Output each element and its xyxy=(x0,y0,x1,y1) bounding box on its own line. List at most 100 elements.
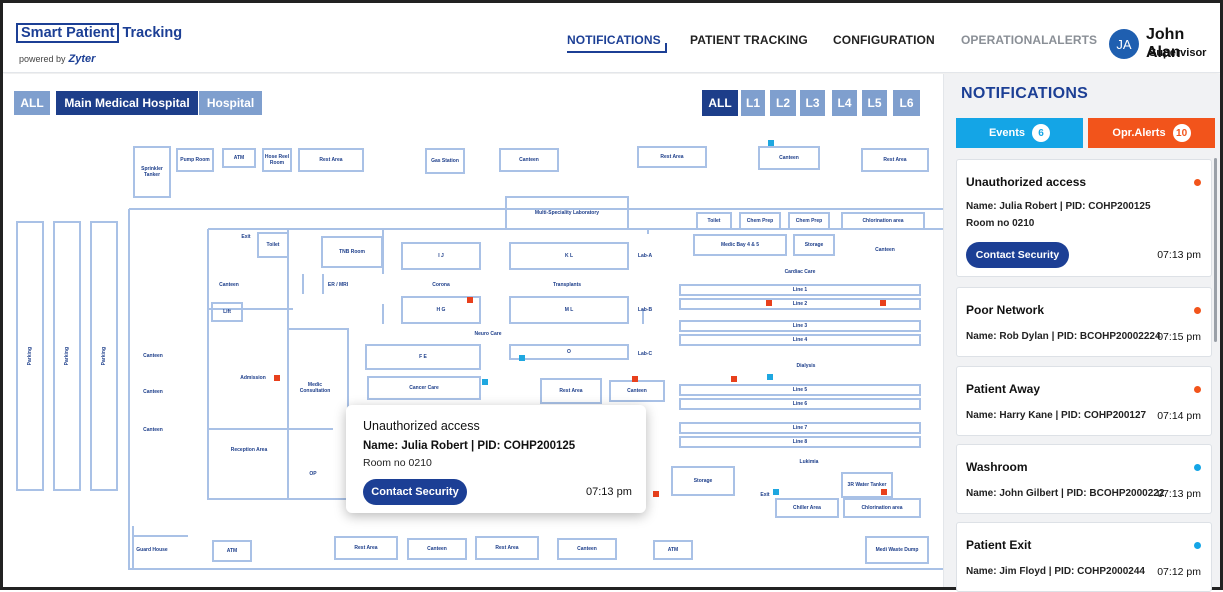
room-line8[interactable]: Line 8 xyxy=(679,436,921,448)
room-lift[interactable]: Lift xyxy=(211,302,243,322)
patient-marker[interactable] xyxy=(519,355,525,361)
app-logo[interactable]: Smart Patient Tracking xyxy=(16,23,182,43)
room-rest-top1[interactable]: Rest Area xyxy=(298,148,364,172)
room-rest-top2[interactable]: Rest Area xyxy=(637,146,707,168)
alert-marker[interactable] xyxy=(467,297,473,303)
room-tnb[interactable]: TNB Room xyxy=(321,236,383,268)
room-atm-bot1[interactable]: ATM xyxy=(212,540,252,562)
room-medi-waste[interactable]: Medi Waste Dump xyxy=(865,536,929,564)
room-multi-lab[interactable]: Multi-Speciality Laboratory xyxy=(505,196,629,230)
room-line4[interactable]: Line 4 xyxy=(679,334,921,346)
room-rest-bot2[interactable]: Rest Area xyxy=(475,536,539,560)
room-chlor-bot[interactable]: Chlorination area xyxy=(843,498,921,518)
alert-marker[interactable] xyxy=(274,375,280,381)
room-storage-r[interactable]: Storage xyxy=(793,234,835,256)
notification-card[interactable]: Poor Network Name: Rob Dylan | PID: BCOH… xyxy=(956,287,1212,357)
room-guard[interactable]: Guard House xyxy=(135,540,169,560)
room-sprinkler[interactable]: Sprinkler Tanker xyxy=(133,146,171,198)
room-lab-b[interactable]: Lab-B xyxy=(631,304,659,316)
notification-card[interactable]: Unauthorized access Name: Julia Robert |… xyxy=(956,159,1212,277)
room-transplants[interactable]: Transplants xyxy=(543,279,591,291)
room-reception[interactable]: Reception Area xyxy=(215,444,283,456)
room-line5[interactable]: Line 5 xyxy=(679,384,921,396)
room-chem1[interactable]: Chem Prep xyxy=(739,212,781,230)
alert-marker[interactable] xyxy=(653,491,659,497)
nav-patient-tracking[interactable]: PATIENT TRACKING xyxy=(690,33,808,47)
room-line1[interactable]: Line 1 xyxy=(679,284,921,296)
room-line6[interactable]: Line 6 xyxy=(679,398,921,410)
room-neuro[interactable]: Neuro Care xyxy=(463,328,513,340)
events-tab[interactable]: Events 6 xyxy=(956,118,1083,148)
room-er[interactable]: ER / MRI xyxy=(318,279,358,291)
alert-marker[interactable] xyxy=(731,376,737,382)
room-hose[interactable]: Hose Reel Room xyxy=(262,148,292,172)
room-canteen-top[interactable]: Canteen xyxy=(499,148,559,172)
room-canteen-l4[interactable]: Canteen xyxy=(133,424,173,436)
room-dialysis[interactable]: Dialysis xyxy=(783,360,829,372)
avatar[interactable]: JA xyxy=(1109,29,1139,59)
room-atm-top[interactable]: ATM xyxy=(222,148,256,168)
room-op[interactable]: OP xyxy=(299,468,327,480)
room-ij[interactable]: I J xyxy=(401,242,481,270)
room-storage-mid[interactable]: Storage xyxy=(671,466,735,496)
room-lab-a[interactable]: Lab-A xyxy=(631,250,659,262)
alert-marker[interactable] xyxy=(632,376,638,382)
room-canteen-l3[interactable]: Canteen xyxy=(133,386,173,398)
alert-marker[interactable] xyxy=(766,300,772,306)
room-line7[interactable]: Line 7 xyxy=(679,422,921,434)
room-gas[interactable]: Gas Station xyxy=(425,148,465,174)
contact-security-button[interactable]: Contact Security xyxy=(966,242,1069,268)
room-canteen-bot2[interactable]: Canteen xyxy=(557,538,617,560)
nav-configuration[interactable]: CONFIGURATION xyxy=(833,33,935,47)
room-chlor-top[interactable]: Chlorination area xyxy=(841,212,925,230)
room-canteen-top2[interactable]: Canteen xyxy=(758,146,820,170)
card-time: 07:15 pm xyxy=(1157,331,1201,343)
room-label: Canteen xyxy=(427,546,447,552)
room-chem2[interactable]: Chem Prep xyxy=(788,212,830,230)
room-rest-mid[interactable]: Rest Area xyxy=(540,378,602,404)
room-pump[interactable]: Pump Room xyxy=(176,148,214,172)
panel-scrollbar[interactable] xyxy=(1214,158,1217,342)
notification-card[interactable]: Washroom Name: John Gilbert | PID: BCOHP… xyxy=(956,444,1212,514)
room-cancer[interactable]: Cancer Care xyxy=(367,376,481,400)
room-lukimia[interactable]: Lukimia xyxy=(789,456,829,468)
notification-card[interactable]: Patient Away Name: Harry Kane | PID: COH… xyxy=(956,366,1212,436)
nav-notifications[interactable]: NOTIFICATIONS xyxy=(567,33,667,53)
room-fe[interactable]: F E xyxy=(365,344,481,370)
room-canteen-mid[interactable]: Canteen xyxy=(609,380,665,402)
room-line3[interactable]: Line 3 xyxy=(679,320,921,332)
room-o[interactable]: O xyxy=(509,344,629,360)
patient-marker[interactable] xyxy=(773,489,779,495)
room-canteen-l2[interactable]: Canteen xyxy=(133,350,173,362)
opr-alerts-tab[interactable]: Opr.Alerts 10 xyxy=(1088,118,1215,148)
room-label: Canteen xyxy=(875,247,895,253)
room-rest-top3[interactable]: Rest Area xyxy=(861,148,929,172)
patient-marker[interactable] xyxy=(482,379,488,385)
room-canteen-r[interactable]: Canteen xyxy=(843,239,927,261)
room-toilet[interactable]: Toilet xyxy=(257,232,289,258)
patient-marker[interactable] xyxy=(768,140,774,146)
room-admission[interactable]: Admission xyxy=(231,372,275,384)
room-atm-bot2[interactable]: ATM xyxy=(653,540,693,560)
room-medic-bay[interactable]: Medic Bay 4 & 5 xyxy=(693,234,787,256)
notification-card[interactable]: Patient Exit Name: Jim Floyd | PID: COHP… xyxy=(956,522,1212,592)
room-canteen-bot1[interactable]: Canteen xyxy=(407,538,467,560)
room-lab-c[interactable]: Lab-C xyxy=(631,348,659,360)
room-rest-bot1[interactable]: Rest Area xyxy=(334,536,398,560)
room-toilet-r[interactable]: Toilet xyxy=(696,212,732,230)
room-label: Reception Area xyxy=(230,447,268,453)
alert-marker[interactable] xyxy=(881,489,887,495)
status-dot xyxy=(1194,179,1201,186)
alert-marker[interactable] xyxy=(880,300,886,306)
contact-security-button[interactable]: Contact Security xyxy=(363,479,467,505)
room-medic-consult[interactable]: Medic Consultation xyxy=(293,380,337,396)
nav-operational-alerts[interactable]: OPERATIONALALERTS xyxy=(961,33,1097,47)
room-canteen-l1[interactable]: Canteen xyxy=(209,279,249,291)
room-ml[interactable]: M L xyxy=(509,296,629,324)
room-cardiac[interactable]: Cardiac Care xyxy=(773,266,827,278)
room-chiller[interactable]: Chiller Area xyxy=(775,498,839,518)
patient-marker[interactable] xyxy=(767,374,773,380)
room-corona[interactable]: Corona xyxy=(421,279,461,291)
room-kl[interactable]: K L xyxy=(509,242,629,270)
room-label: Canteen xyxy=(519,157,539,163)
